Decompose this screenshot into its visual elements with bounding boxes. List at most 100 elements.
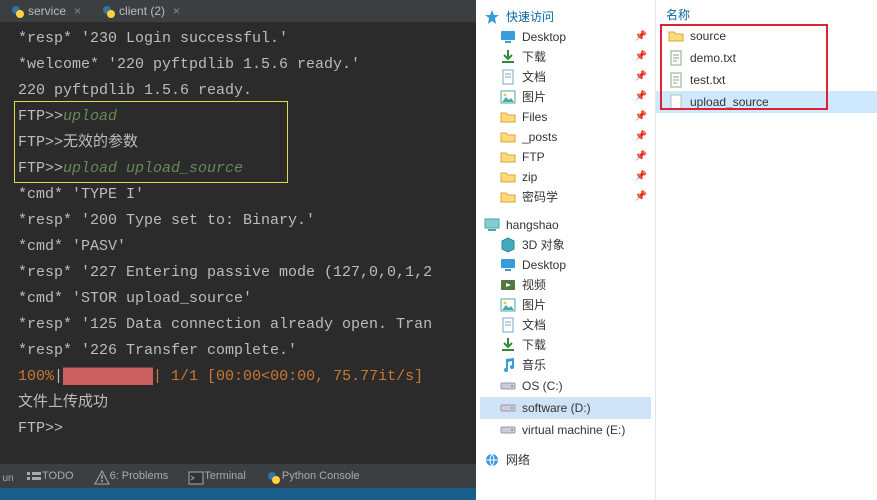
pin-icon: 📌	[635, 68, 647, 86]
quick-access-label: 快速访问	[506, 8, 554, 25]
nav-item[interactable]: Files 📌	[480, 107, 651, 127]
network-label: 网络	[506, 451, 530, 468]
file-explorer: 快速访问 Desktop 📌 下载 📌 文档 📌 图片 📌 Files 📌 _p…	[476, 0, 877, 500]
toolstrip-item[interactable]: 6: Problems	[84, 470, 179, 482]
file-name: source	[690, 26, 726, 46]
pin-icon: 📌	[635, 168, 647, 186]
folder-icon	[668, 28, 684, 44]
nav-item-label: 3D 对象	[522, 236, 565, 254]
folder-icon	[500, 169, 516, 185]
document-icon	[500, 69, 516, 85]
quick-access-header[interactable]: 快速访问	[480, 6, 651, 27]
nav-item[interactable]: 3D 对象	[480, 235, 651, 255]
python-icon	[266, 470, 278, 482]
nav-item[interactable]: zip 📌	[480, 167, 651, 187]
picture-icon	[500, 297, 516, 313]
nav-item[interactable]: 下载	[480, 335, 651, 355]
tab-label: client (2)	[119, 4, 165, 18]
taskbar-fragment	[0, 488, 476, 500]
editor-tabs: service × client (2) ×	[0, 0, 476, 22]
drive-item[interactable]: OS (C:)	[480, 375, 651, 397]
nav-item[interactable]: 文档 📌	[480, 67, 651, 87]
download-icon	[500, 337, 516, 353]
console-line: *resp* '125 Data connection already open…	[18, 312, 468, 338]
nav-item[interactable]: 文档	[480, 315, 651, 335]
document-icon	[500, 317, 516, 333]
nav-item[interactable]: 图片	[480, 295, 651, 315]
console-line: FTP>>	[18, 416, 468, 442]
nav-item-label: Files	[522, 108, 547, 126]
file-row[interactable]: upload_source	[656, 91, 877, 113]
console-line: 220 pyftpdlib 1.5.6 ready.	[18, 78, 468, 104]
picture-icon	[500, 89, 516, 105]
console-line: *resp* '226 Transfer complete.'	[18, 338, 468, 364]
user-folder-header[interactable]: hangshao	[480, 215, 651, 235]
network-icon	[484, 452, 500, 468]
drive-item[interactable]: virtual machine (E:)	[480, 419, 651, 441]
pin-icon: 📌	[635, 148, 647, 166]
nav-item[interactable]: _posts 📌	[480, 127, 651, 147]
nav-item-label: 密码学	[522, 188, 558, 206]
console-progress-line: 100%|██████████| 1/1 [00:00<00:00, 75.77…	[18, 364, 468, 390]
drive-label: virtual machine (E:)	[522, 421, 625, 439]
file-row[interactable]: test.txt	[656, 69, 877, 91]
txt-icon	[668, 50, 684, 66]
nav-item[interactable]: 图片 📌	[480, 87, 651, 107]
list-icon	[26, 470, 38, 482]
star-icon	[484, 9, 500, 25]
nav-item-label: Desktop	[522, 256, 566, 274]
console-line: *welcome* '220 pyftpdlib 1.5.6 ready.'	[18, 52, 468, 78]
console-line: *cmd* 'PASV'	[18, 234, 468, 260]
explorer-nav: 快速访问 Desktop 📌 下载 📌 文档 📌 图片 📌 Files 📌 _p…	[476, 0, 656, 500]
nav-item[interactable]: 下载 📌	[480, 47, 651, 67]
folder-icon	[500, 189, 516, 205]
file-name: test.txt	[690, 70, 725, 90]
pin-icon: 📌	[635, 28, 647, 46]
console-line: FTP>>upload	[18, 104, 468, 130]
nav-item[interactable]: Desktop	[480, 255, 651, 275]
toolstrip-item[interactable]: Python Console	[256, 470, 370, 482]
console-line: FTP>>upload upload_source	[18, 156, 468, 182]
nav-item-label: zip	[522, 168, 537, 186]
file-list-pane: 名称 source demo.txt test.txt upload_sourc…	[656, 0, 877, 500]
computer-icon	[484, 217, 500, 233]
user-folder-label: hangshao	[506, 218, 559, 232]
nav-item[interactable]: 密码学 📌	[480, 187, 651, 207]
close-icon[interactable]: ×	[173, 4, 180, 18]
music-icon	[500, 357, 516, 373]
file-list-header-name[interactable]: 名称	[656, 0, 877, 25]
tab-label: service	[28, 4, 66, 18]
drive-icon	[500, 378, 516, 394]
nav-item-label: 下载	[522, 336, 546, 354]
nav-item-label: _posts	[522, 128, 557, 146]
nav-item-label: Desktop	[522, 28, 566, 46]
file-row[interactable]: source	[656, 25, 877, 47]
nav-item-label: 图片	[522, 296, 546, 314]
close-icon[interactable]: ×	[74, 4, 81, 18]
nav-item-label: 文档	[522, 316, 546, 334]
toolstrip-item[interactable]: Terminal	[178, 470, 256, 482]
drive-item[interactable]: software (D:)	[480, 397, 651, 419]
drive-icon	[500, 400, 516, 416]
nav-item[interactable]: Desktop 📌	[480, 27, 651, 47]
console-line: 文件上传成功	[18, 390, 468, 416]
toolstrip-item[interactable]: TODO	[16, 470, 84, 482]
console-line: *resp* '230 Login successful.'	[18, 26, 468, 52]
drive-label: OS (C:)	[522, 377, 563, 395]
nav-item[interactable]: 视频	[480, 275, 651, 295]
network-header[interactable]: 网络	[480, 449, 651, 470]
pin-icon: 📌	[635, 48, 647, 66]
nav-item[interactable]: FTP 📌	[480, 147, 651, 167]
pin-icon: 📌	[635, 188, 647, 206]
editor-tab[interactable]: service ×	[0, 0, 91, 22]
console-line: *resp* '200 Type set to: Binary.'	[18, 208, 468, 234]
video-icon	[500, 277, 516, 293]
drive-label: software (D:)	[522, 399, 591, 417]
console-line: *cmd* 'TYPE I'	[18, 182, 468, 208]
file-row[interactable]: demo.txt	[656, 47, 877, 69]
console-line: *cmd* 'STOR upload_source'	[18, 286, 468, 312]
nav-item[interactable]: 音乐	[480, 355, 651, 375]
editor-tab[interactable]: client (2) ×	[91, 0, 190, 22]
python-icon	[101, 4, 115, 18]
terminal-icon	[188, 470, 200, 482]
